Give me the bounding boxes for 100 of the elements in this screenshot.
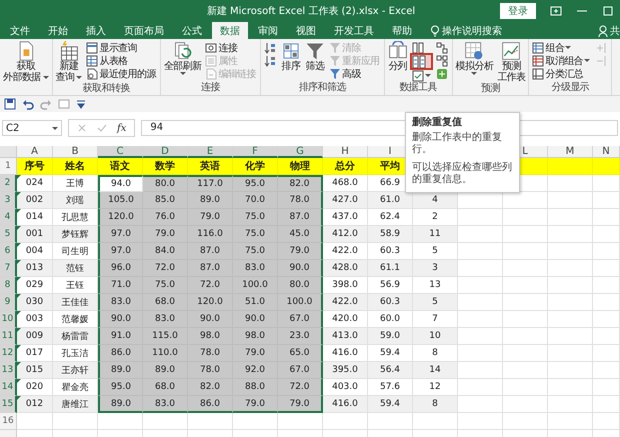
- table-cell: 90.0: [98, 311, 143, 328]
- table-cell: [503, 277, 548, 294]
- table-cell: 84.0: [143, 243, 188, 260]
- table-cell: 61.1: [368, 260, 413, 277]
- column-header[interactable]: G: [278, 146, 323, 158]
- row-header[interactable]: 8: [0, 277, 17, 294]
- maximize-icon[interactable]: [602, 5, 614, 17]
- column-header[interactable]: F: [233, 146, 278, 158]
- table-cell: 100.0: [278, 294, 323, 311]
- ribbon-display-icon[interactable]: [550, 5, 562, 17]
- ribbon-button[interactable]: 新建 查询: [54, 41, 84, 83]
- row-header[interactable]: 11: [0, 328, 17, 345]
- ribbon-tab[interactable]: 审阅: [250, 22, 286, 39]
- ribbon-button[interactable]: 连接: [204, 41, 258, 54]
- ribbon-button[interactable]: 取消组合: [531, 54, 592, 67]
- ribbon-tab[interactable]: 插入: [78, 22, 114, 39]
- table-cell: 110.0: [143, 345, 188, 362]
- column-header[interactable]: D: [143, 146, 188, 158]
- ribbon-button[interactable]: 预测 工作表: [496, 41, 526, 83]
- ribbon-tab[interactable]: 数据: [212, 22, 248, 39]
- row-header[interactable]: 4: [0, 209, 17, 226]
- row-header[interactable]: 14: [0, 379, 17, 396]
- row-header[interactable]: 9: [0, 294, 17, 311]
- table-cell: [548, 379, 593, 396]
- ribbon-tab[interactable]: 文件: [2, 22, 38, 39]
- sign-in-button[interactable]: 登录: [500, 3, 536, 19]
- table-cell: 012: [17, 396, 53, 413]
- table-cell: 59.0: [368, 328, 413, 345]
- ribbon-button[interactable]: 筛选: [304, 41, 326, 72]
- ribbon-button[interactable]: 高级: [328, 67, 381, 80]
- table-cell: [458, 345, 503, 362]
- funnel-icon: [329, 42, 342, 54]
- error-indicator-icon: [17, 260, 21, 264]
- ribbon-button[interactable]: 从表格: [85, 54, 157, 67]
- ribbon-tab[interactable]: 公式: [174, 22, 210, 39]
- table-cell: [548, 260, 593, 277]
- connection-icon: [205, 42, 218, 54]
- table-cell: 395.0: [323, 362, 368, 379]
- ribbon-tab[interactable]: 帮助: [384, 22, 420, 39]
- caret-icon: [424, 74, 431, 77]
- row-header[interactable]: 3: [0, 192, 17, 209]
- row-header[interactable]: 6: [0, 243, 17, 260]
- table-cell: 79.0: [278, 243, 323, 260]
- table-cell: 87.0: [188, 260, 233, 277]
- caret-icon: [584, 59, 590, 62]
- row-header[interactable]: 7: [0, 260, 17, 277]
- column-header[interactable]: A: [17, 146, 53, 158]
- column-header[interactable]: M: [548, 146, 593, 158]
- table-cell: 82.0: [278, 175, 323, 192]
- table-cell: 89.0: [98, 362, 143, 379]
- ribbon-tab[interactable]: 页面布局: [116, 22, 172, 39]
- row-header[interactable]: 5: [0, 226, 17, 243]
- table-cell: [458, 226, 503, 243]
- table-cell: 120.0: [188, 294, 233, 311]
- ribbon-button[interactable]: 分类汇总: [531, 67, 592, 80]
- name-box[interactable]: C2: [2, 120, 62, 136]
- ribbon-button[interactable]: 分列: [386, 41, 409, 72]
- row-header[interactable]: 13: [0, 362, 17, 379]
- ribbon-button[interactable]: 全部刷新: [162, 41, 202, 75]
- ribbon-button[interactable]: 组合: [531, 41, 592, 54]
- ribbon-button[interactable]: 获取 外部数据: [2, 41, 50, 83]
- table-cell: 96.0: [98, 260, 143, 277]
- table-cell: 67.0: [278, 362, 323, 379]
- group-label: 获取和转换: [82, 83, 131, 95]
- table-cell: 100.0: [233, 277, 278, 294]
- row-header[interactable]: 15: [0, 396, 17, 413]
- row-header[interactable]: 16: [0, 413, 17, 430]
- table-cell: 002: [17, 192, 53, 209]
- column-header[interactable]: H: [323, 146, 368, 158]
- table-cell: 75.0: [143, 277, 188, 294]
- column-header[interactable]: C: [98, 146, 143, 158]
- ribbon-tab[interactable]: 视图: [288, 22, 324, 39]
- table-cell: 97.0: [98, 226, 143, 243]
- column-header[interactable]: E: [188, 146, 233, 158]
- table-cell: [593, 294, 620, 311]
- ribbon-tab[interactable]: 开发工具: [326, 22, 382, 39]
- table-cell: 59.4: [368, 396, 413, 413]
- table-cell: 杨雷雷: [53, 328, 98, 345]
- tell-me-search[interactable]: 操作说明搜索: [442, 24, 502, 38]
- column-header[interactable]: B: [53, 146, 98, 158]
- ribbon-button[interactable]: 显示查询: [85, 41, 157, 54]
- table-cell: [593, 413, 620, 430]
- ribbon-button[interactable]: 模拟分析: [454, 41, 494, 75]
- table-cell: 3: [413, 260, 458, 277]
- table-cell: 王亦轩: [53, 362, 98, 379]
- ribbon-tab[interactable]: 开始: [40, 22, 76, 39]
- ribbon-button[interactable]: 排序: [280, 41, 302, 72]
- ribbon-button[interactable]: 最近使用的源: [85, 67, 157, 80]
- row-header[interactable]: 2: [0, 175, 17, 192]
- share-button[interactable]: 共: [610, 24, 620, 38]
- insert-function-button[interactable]: fx: [117, 122, 126, 134]
- table-cell: 72.0: [278, 379, 323, 396]
- table-cell: 116.0: [188, 226, 233, 243]
- row-header[interactable]: 1: [0, 158, 17, 175]
- column-header[interactable]: N: [593, 146, 620, 158]
- table-cell: [548, 294, 593, 311]
- table-cell: 90.0: [188, 311, 233, 328]
- table-cell: [548, 362, 593, 379]
- row-header[interactable]: 10: [0, 311, 17, 328]
- row-header[interactable]: 12: [0, 345, 17, 362]
